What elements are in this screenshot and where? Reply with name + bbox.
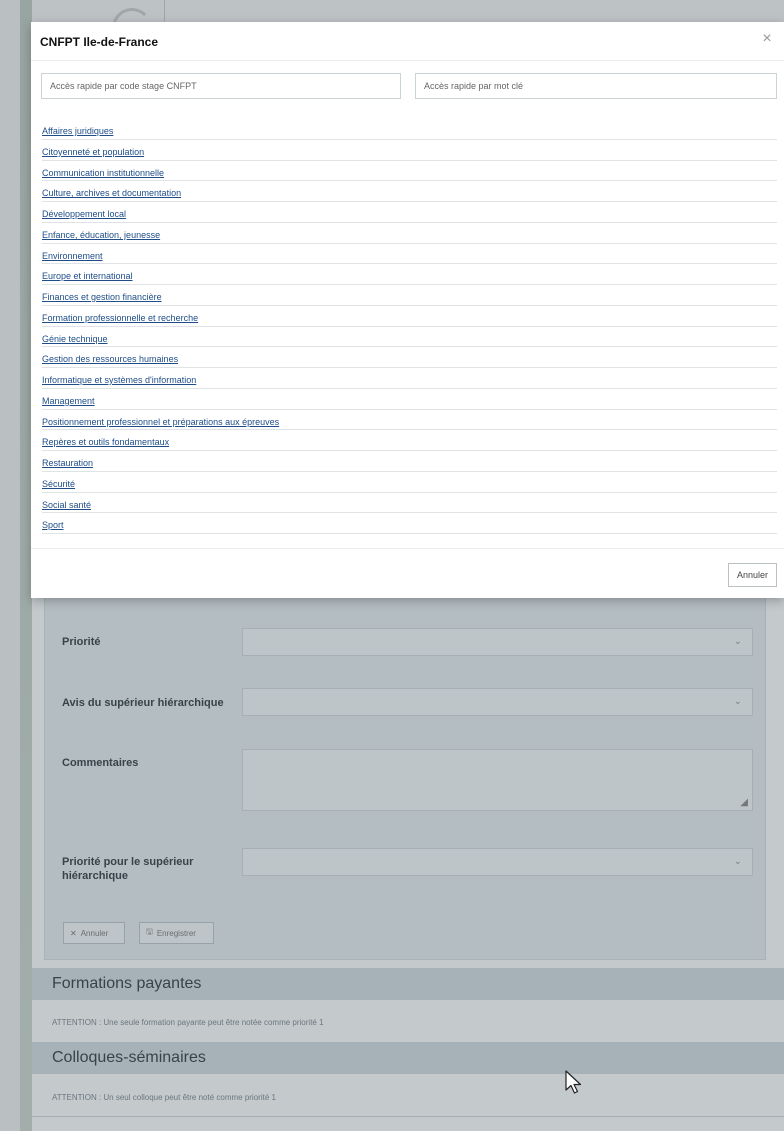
search-by-keyword-field[interactable]	[415, 73, 777, 99]
list-item: Management	[42, 389, 777, 410]
list-item: Finances et gestion financière	[42, 285, 777, 306]
list-item: Gestion des ressources humaines	[42, 347, 777, 368]
search-by-keyword-input[interactable]	[424, 81, 768, 91]
list-item: Environnement	[42, 244, 777, 265]
search-by-code-field[interactable]	[41, 73, 401, 99]
list-item: Culture, archives et documentation	[42, 181, 777, 202]
category-modal: CNFPT Ile-de-France × Affaires juridique…	[31, 22, 784, 598]
list-item: Génie technique	[42, 327, 777, 348]
modal-header-divider	[31, 60, 784, 61]
category-link[interactable]: Repères et outils fondamentaux	[42, 437, 169, 447]
category-link[interactable]: Développement local	[42, 209, 126, 219]
category-link[interactable]: Europe et international	[42, 271, 133, 281]
list-item: Développement local	[42, 202, 777, 223]
category-link[interactable]: Communication institutionnelle	[42, 168, 164, 178]
category-link[interactable]: Informatique et systèmes d'information	[42, 375, 196, 385]
category-link[interactable]: Affaires juridiques	[42, 126, 113, 136]
list-item: Formation professionnelle et recherche	[42, 306, 777, 327]
modal-footer-divider	[31, 548, 784, 549]
list-item: Restauration	[42, 451, 777, 472]
category-link[interactable]: Sécurité	[42, 479, 75, 489]
modal-title: CNFPT Ile-de-France	[40, 35, 159, 49]
category-link[interactable]: Génie technique	[42, 334, 108, 344]
list-item: Communication institutionnelle	[42, 161, 777, 182]
list-item: Positionnement professionnel et préparat…	[42, 410, 777, 431]
list-item: Citoyenneté et population	[42, 140, 777, 161]
close-icon[interactable]: ×	[758, 30, 776, 48]
mouse-cursor-icon	[565, 1070, 582, 1094]
list-item: Social santé	[42, 493, 777, 514]
category-link[interactable]: Positionnement professionnel et préparat…	[42, 417, 279, 427]
list-item: Affaires juridiques	[42, 119, 777, 140]
category-link[interactable]: Culture, archives et documentation	[42, 188, 181, 198]
category-link[interactable]: Sport	[42, 520, 64, 530]
category-link[interactable]: Enfance, éducation, jeunesse	[42, 230, 160, 240]
category-link[interactable]: Restauration	[42, 458, 93, 468]
category-link[interactable]: Social santé	[42, 500, 91, 510]
category-link[interactable]: Finances et gestion financière	[42, 292, 162, 302]
list-item: Repères et outils fondamentaux	[42, 430, 777, 451]
list-item: Sport	[42, 513, 777, 534]
category-list: Affaires juridiques Citoyenneté et popula…	[42, 119, 777, 534]
list-item: Sécurité	[42, 472, 777, 493]
category-link[interactable]: Environnement	[42, 251, 103, 261]
category-link[interactable]: Gestion des ressources humaines	[42, 354, 178, 364]
list-item: Enfance, éducation, jeunesse	[42, 223, 777, 244]
cancel-button[interactable]: Annuler	[728, 563, 777, 587]
search-by-code-input[interactable]	[50, 81, 392, 91]
category-link[interactable]: Formation professionnelle et recherche	[42, 313, 198, 323]
category-link[interactable]: Management	[42, 396, 95, 406]
list-item: Europe et international	[42, 264, 777, 285]
category-link[interactable]: Citoyenneté et population	[42, 147, 144, 157]
list-item: Informatique et systèmes d'information	[42, 368, 777, 389]
